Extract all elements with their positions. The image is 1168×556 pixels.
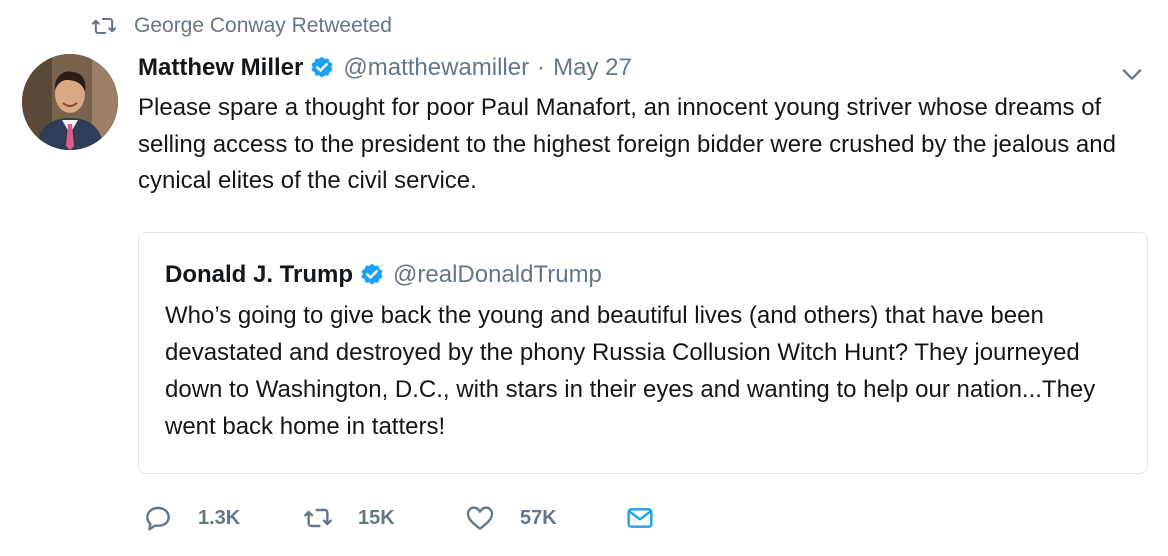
quoted-author-name: Donald J. Trump: [165, 261, 354, 288]
heart-icon: [466, 506, 494, 530]
reply-count: 1.3K: [198, 506, 241, 529]
retweet-icon: [91, 17, 117, 35]
author-name[interactable]: Matthew Miller: [138, 54, 303, 82]
verified-badge-icon: [311, 56, 333, 78]
avatar[interactable]: [22, 54, 118, 150]
retweet-count: 15K: [358, 506, 395, 529]
tweet-text: Please spare a thought for poor Paul Man…: [138, 94, 1116, 194]
quoted-tweet-header: Donald J. Trump @realDonaldTrump: [165, 261, 602, 289]
reply-icon: [146, 506, 170, 531]
reply-button[interactable]: 1.3K: [142, 502, 302, 534]
author-handle[interactable]: @matthewamiller: [343, 54, 529, 82]
tweet-header: Matthew Miller @matthewamiller · May 27: [138, 54, 632, 82]
quoted-tweet[interactable]: Donald J. Trump @realDonaldTrump Who’s g…: [138, 232, 1148, 474]
chevron-down-icon[interactable]: [1118, 60, 1146, 88]
quoted-tweet-text: Who’s going to give back the young and b…: [165, 302, 1096, 440]
retweet-context: George Conway Retweeted: [90, 12, 392, 40]
envelope-icon: [627, 508, 653, 528]
direct-message-button[interactable]: [624, 502, 680, 534]
retweet-button[interactable]: 15K: [302, 502, 464, 534]
tweet-date[interactable]: May 27: [553, 54, 632, 82]
retweet-context-text[interactable]: George Conway Retweeted: [134, 14, 392, 38]
separator-dot: ·: [537, 54, 546, 81]
quoted-author-handle: @realDonaldTrump: [393, 261, 602, 288]
tweet-actions: 1.3K 15K 57K: [142, 502, 680, 534]
like-count: 57K: [520, 506, 557, 529]
like-button[interactable]: 57K: [464, 502, 624, 534]
avatar-image: [22, 54, 118, 150]
verified-badge-icon: [361, 263, 383, 285]
retweet-icon: [304, 508, 332, 528]
